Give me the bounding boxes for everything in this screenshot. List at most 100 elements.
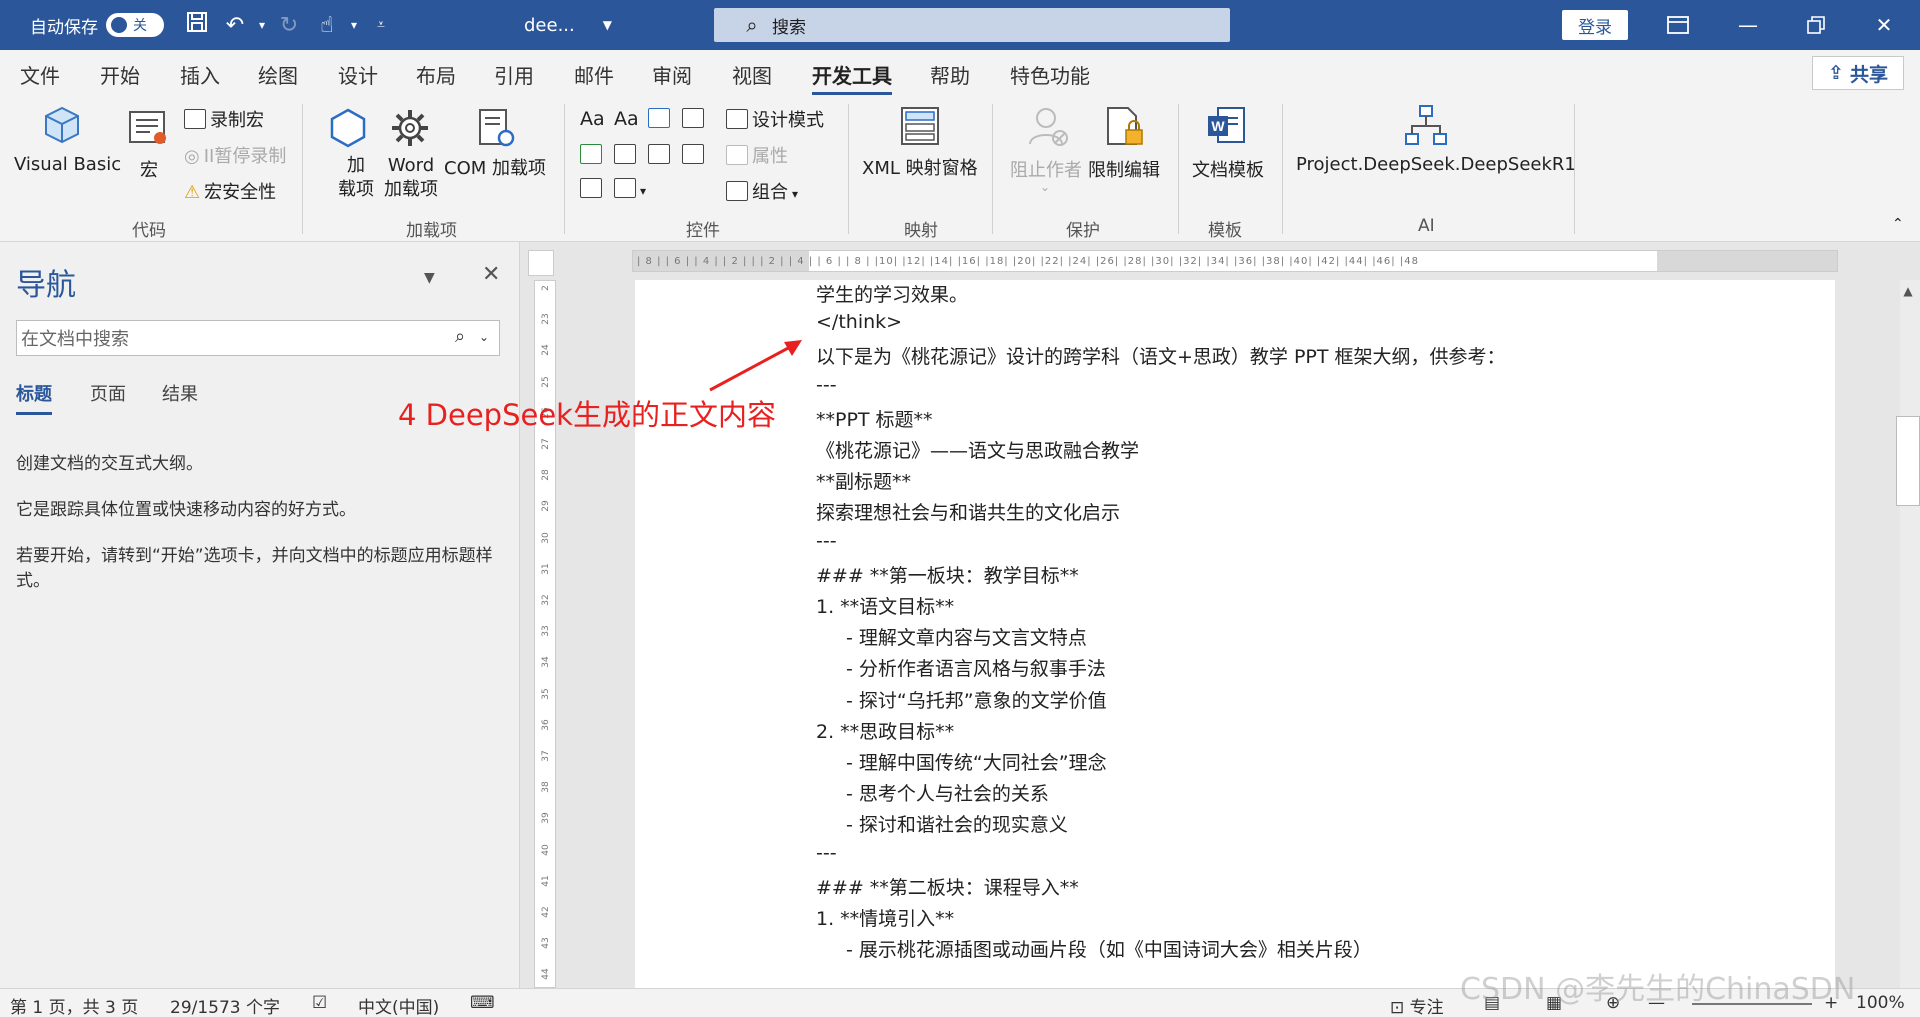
zoom-level[interactable]: 100% xyxy=(1856,993,1905,1013)
touch-mode-icon[interactable]: ☝ xyxy=(308,13,346,38)
autosave[interactable]: 自动保存 关 xyxy=(30,0,164,50)
document-line[interactable]: </think> xyxy=(816,311,902,333)
document-line[interactable]: - 理解中国传统“大同社会”理念 xyxy=(846,748,1107,775)
minimize-icon[interactable]: — xyxy=(1718,0,1778,50)
document-line[interactable]: 《桃花源记》——语文与思政融合教学 xyxy=(816,436,1139,463)
restore-icon[interactable] xyxy=(1786,0,1846,50)
undo-icon[interactable]: ↶ xyxy=(216,13,254,38)
document-line[interactable]: - 探讨和谐社会的现实意义 xyxy=(846,810,1068,837)
tab-file[interactable]: 文件 xyxy=(20,60,60,88)
com-addins-button[interactable]: COM 加载项 xyxy=(444,154,546,180)
language[interactable]: 中文(中国) xyxy=(358,993,439,1017)
document-line[interactable]: 探索理想社会与和谐共生的文化启示 xyxy=(816,498,1120,525)
rich-text-control-icon[interactable]: Aa xyxy=(580,108,605,130)
checkbox-control-icon[interactable] xyxy=(580,144,606,166)
tab-layout[interactable]: 布局 xyxy=(416,60,456,88)
scroll-up-icon[interactable]: ▲ xyxy=(1896,284,1920,306)
tab-view[interactable]: 视图 xyxy=(732,60,772,88)
accessibility-icon[interactable]: ⌨ xyxy=(470,993,495,1013)
nav-search-dropdown-icon[interactable]: ⌄ xyxy=(479,330,489,344)
touch-dropdown-icon[interactable]: ▾ xyxy=(346,18,362,32)
document-template-button[interactable]: 文档模板 xyxy=(1192,156,1264,182)
combo-box-icon[interactable] xyxy=(614,144,640,166)
legacy-tools-icon[interactable]: ▾ xyxy=(614,178,646,200)
save-icon[interactable] xyxy=(178,11,216,39)
ribbon-display-icon[interactable] xyxy=(1648,0,1708,50)
nav-tab-results[interactable]: 结果 xyxy=(162,380,198,406)
document-line[interactable]: ### **第二板块：课程导入** xyxy=(816,873,1079,900)
document-line[interactable]: 2. **思政目标** xyxy=(816,717,954,744)
customize-qat-icon[interactable]: ⩡ xyxy=(362,17,400,33)
tab-home[interactable]: 开始 xyxy=(100,60,140,88)
record-macro-button[interactable]: 录制宏 xyxy=(184,106,264,132)
document-line[interactable]: - 理解文章内容与文言文特点 xyxy=(846,623,1087,650)
tab-insert[interactable]: 插入 xyxy=(180,60,220,88)
xml-mapping-pane-button[interactable]: XML 映射窗格 xyxy=(862,154,978,180)
collapse-ribbon-icon[interactable]: ⌃ xyxy=(1892,216,1904,232)
autosave-toggle[interactable]: 关 xyxy=(106,13,164,37)
document-line[interactable]: - 思考个人与社会的关系 xyxy=(846,779,1049,806)
tab-references[interactable]: 引用 xyxy=(494,60,534,88)
word-count[interactable]: 29/1573 个字 xyxy=(170,993,280,1017)
tab-selector[interactable] xyxy=(528,250,554,276)
nav-tab-pages[interactable]: 页面 xyxy=(90,380,126,406)
focus-mode-button[interactable]: ⊡ 专注 xyxy=(1390,993,1444,1017)
macro-button[interactable]: 宏 xyxy=(140,156,158,182)
search-box[interactable]: ⌕ 搜索 xyxy=(714,8,1230,42)
macro-security-button[interactable]: ⚠ 宏安全性 xyxy=(184,178,276,204)
dropdown-list-icon[interactable] xyxy=(648,144,674,166)
plain-text-control-icon[interactable]: Aa xyxy=(614,108,639,130)
login-button[interactable]: 登录 xyxy=(1562,10,1628,40)
group-separator xyxy=(564,104,565,234)
close-icon[interactable]: ✕ xyxy=(1854,0,1914,50)
document-line[interactable]: 学生的学习效果。 xyxy=(816,280,968,307)
document-line[interactable]: --- xyxy=(816,530,837,552)
picture-control-icon[interactable] xyxy=(648,108,674,130)
document-line[interactable]: --- xyxy=(816,374,837,396)
tab-developer[interactable]: 开发工具 xyxy=(812,60,892,95)
tab-features[interactable]: 特色功能 xyxy=(1010,60,1090,88)
deepseek-r1-button[interactable]: Project.DeepSeek.DeepSeekR1 xyxy=(1296,154,1576,175)
document-line[interactable]: ### **第一板块：教学目标** xyxy=(816,561,1079,588)
nav-close-icon[interactable]: ✕ xyxy=(482,262,500,287)
tab-design[interactable]: 设计 xyxy=(338,60,378,88)
addins-button[interactable]: 加 载项 xyxy=(338,154,374,202)
group-button[interactable]: 组合 ▾ xyxy=(726,178,798,204)
page-count[interactable]: 第 1 页，共 3 页 xyxy=(10,993,138,1017)
document-line[interactable]: 1. **情境引入** xyxy=(816,904,954,931)
scrollbar-thumb[interactable] xyxy=(1896,416,1920,506)
search-icon[interactable]: ⌕ xyxy=(455,326,465,347)
date-picker-icon[interactable] xyxy=(682,144,708,166)
doc-title-dropdown-icon[interactable]: ▼ xyxy=(603,18,612,32)
nav-tab-headings[interactable]: 标题 xyxy=(16,380,52,415)
horizontal-ruler[interactable]: | 8 | | 6 | | 4 | | 2 | | | 2 | | 4 | | … xyxy=(632,250,1838,272)
undo-dropdown-icon[interactable]: ▾ xyxy=(254,18,270,32)
warning-icon: ⚠ xyxy=(184,182,201,203)
share-button[interactable]: ⇪ 共享 xyxy=(1812,56,1904,90)
tab-review[interactable]: 审阅 xyxy=(652,60,692,88)
visual-basic-button[interactable]: Visual Basic xyxy=(14,154,121,175)
document-line[interactable]: - 分析作者语言风格与叙事手法 xyxy=(846,654,1106,681)
document-line[interactable]: 以下是为《桃花源记》设计的跨学科（语文+思政）教学 PPT 框架大纲，供参考： xyxy=(816,342,1506,369)
word-addins-button[interactable]: Word 加载项 xyxy=(384,154,438,202)
tab-mailings[interactable]: 邮件 xyxy=(574,60,614,88)
document-line[interactable]: - 探讨“乌托邦”意象的文学价值 xyxy=(846,686,1107,713)
restrict-editing-button[interactable]: 限制编辑 xyxy=(1088,156,1160,182)
repeating-section-icon[interactable] xyxy=(580,178,606,200)
document-line[interactable]: 1. **语文目标** xyxy=(816,592,954,619)
tab-help[interactable]: 帮助 xyxy=(930,60,970,88)
tab-draw[interactable]: 绘图 xyxy=(258,60,298,88)
document-line[interactable]: --- xyxy=(816,842,837,864)
building-block-icon[interactable] xyxy=(682,108,708,130)
vertical-scrollbar[interactable] xyxy=(1900,280,1920,988)
document-line[interactable]: **PPT 标题** xyxy=(816,405,933,432)
nav-options-icon[interactable]: ▼ xyxy=(424,270,435,286)
document-line[interactable]: **副标题** xyxy=(816,467,911,494)
document-page[interactable]: 学生的学习效果。 </think> 以下是为《桃花源记》设计的跨学科（语文+思政）教… xyxy=(635,280,1835,988)
doc-title[interactable]: dee... ▼ xyxy=(524,0,612,50)
vertical-ruler[interactable]: 2 23 24 25 26 27 28 29 30 31 32 33 34 35 36 37 38 39 40 41 4… xyxy=(534,280,556,988)
proofing-icon[interactable]: ☑ xyxy=(312,993,327,1013)
document-line[interactable]: - 展示桃花源插图或动画片段（如《中国诗词大会》相关片段） xyxy=(846,935,1372,962)
design-mode-button[interactable]: 设计模式 xyxy=(726,106,824,132)
nav-search-input[interactable]: 在文档中搜索 ⌕ ⌄ xyxy=(16,320,500,356)
